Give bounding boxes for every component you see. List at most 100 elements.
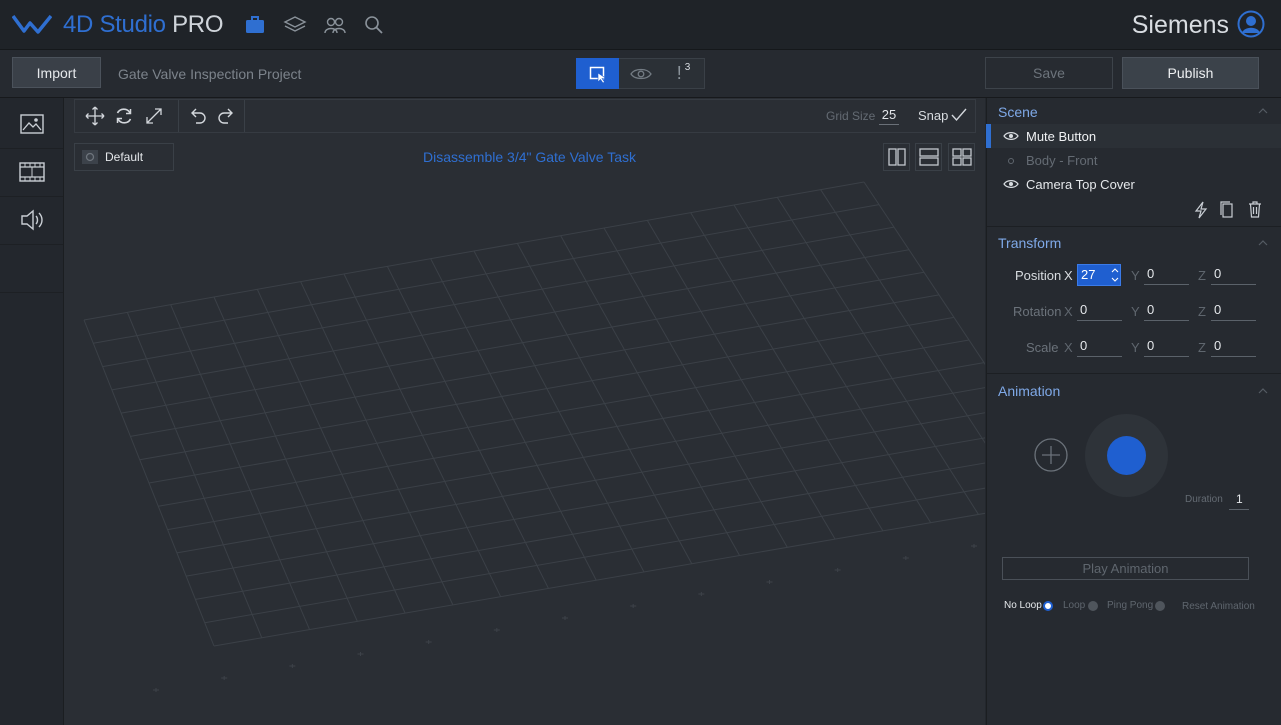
axis-z-label: Z [1198, 268, 1206, 283]
scale-x-input[interactable]: 0 [1077, 337, 1122, 357]
brand-main: 4D Studio [63, 11, 166, 38]
axis-y-label: Y [1131, 304, 1140, 319]
publish-button[interactable]: Publish [1122, 57, 1259, 89]
app-brand: 4D Studio PRO [63, 11, 223, 39]
grid-marker [425, 640, 432, 644]
position-y-input[interactable]: 0 [1144, 265, 1189, 285]
grid-marker [766, 580, 773, 584]
save-button[interactable]: Save [985, 57, 1113, 89]
scale-z-input[interactable]: 0 [1211, 337, 1256, 357]
trash-icon[interactable] [1248, 201, 1262, 218]
scene-item-body-front[interactable]: Body - Front [986, 148, 1281, 172]
undo-icon[interactable] [190, 106, 208, 126]
axis-y-label: Y [1131, 268, 1140, 283]
scale-icon[interactable] [145, 107, 163, 125]
preview-mode-button[interactable] [619, 58, 662, 89]
play-animation-button[interactable]: Play Animation [1002, 557, 1249, 580]
grid-marker [698, 592, 705, 596]
search-icon[interactable] [362, 13, 386, 37]
two-columns-icon [887, 148, 906, 166]
scene-item-label: Mute Button [1026, 129, 1097, 144]
ping-pong-radio[interactable] [1155, 601, 1165, 611]
eye-icon [629, 68, 652, 79]
camera-select[interactable]: Default [74, 143, 174, 171]
axis-y-label: Y [1131, 340, 1140, 355]
grid-line [820, 189, 985, 444]
scale-y-input[interactable]: 0 [1144, 337, 1189, 357]
add-keyframe-icon[interactable] [1033, 437, 1069, 473]
duplicate-icon[interactable] [1220, 201, 1234, 219]
snap-check-icon[interactable] [951, 108, 967, 122]
grid-line [204, 487, 985, 624]
layout-two-rows-button[interactable] [915, 143, 942, 171]
film-icon [18, 162, 45, 182]
grid-line [186, 437, 985, 577]
layout-four-grid-button[interactable] [948, 143, 975, 171]
grid-line [102, 226, 895, 368]
sidebar-tab-video[interactable] [0, 148, 63, 197]
grid-line [167, 387, 985, 531]
user-avatar-icon[interactable] [1237, 10, 1265, 38]
logo-icon [12, 14, 52, 34]
transform-section-title: Transform [998, 235, 1062, 251]
move-icon[interactable] [85, 106, 105, 126]
grid-size-input[interactable]: 25 [879, 107, 899, 125]
rotation-y-input[interactable]: 0 [1144, 301, 1189, 321]
position-label: Position [1015, 268, 1062, 283]
layers-icon[interactable] [283, 13, 307, 37]
reset-animation-link[interactable]: Reset Animation [1182, 601, 1255, 612]
rotation-z-input[interactable]: 0 [1211, 301, 1256, 321]
snap-label: Snap [918, 108, 949, 123]
selection-indicator [986, 124, 991, 148]
lightning-icon[interactable] [1193, 201, 1209, 219]
scene-item-camera-top-cover[interactable]: Camera Top Cover [986, 172, 1281, 196]
grid-line [83, 181, 865, 321]
eye-icon[interactable] [1003, 179, 1019, 189]
chevron-up-icon[interactable] [1258, 388, 1268, 394]
position-z-input[interactable]: 0 [1211, 265, 1256, 285]
sidebar-tab-audio[interactable] [0, 196, 63, 245]
chevron-up-icon[interactable] [1258, 108, 1268, 114]
scene-item-mute-button[interactable]: Mute Button [986, 124, 1281, 148]
record-button[interactable] [1107, 436, 1146, 475]
camera-icon [82, 150, 98, 164]
task-title: Disassemble 3/4" Gate Valve Task [423, 149, 636, 165]
grid-marker [630, 604, 637, 608]
redo-icon[interactable] [216, 106, 234, 126]
eye-icon[interactable] [1003, 131, 1019, 141]
sidebar-tab-empty [0, 244, 63, 293]
image-icon [19, 114, 44, 134]
scene-section-title: Scene [998, 104, 1038, 120]
rotation-x-input[interactable]: 0 [1077, 301, 1122, 321]
project-name: Gate Valve Inspection Project [118, 66, 302, 82]
select-mode-button[interactable] [576, 58, 619, 89]
briefcase-icon[interactable] [243, 13, 267, 37]
alerts-button[interactable]: ! 3 [662, 58, 705, 89]
axis-x-label: X [1064, 340, 1073, 355]
organization-name: Siemens [1131, 11, 1229, 39]
no-loop-radio[interactable] [1043, 601, 1053, 611]
axis-z-label: Z [1198, 304, 1206, 319]
sidebar-tab-images[interactable] [0, 100, 63, 149]
camera-label: Default [105, 150, 144, 164]
grid-line [176, 412, 985, 554]
grid-line [93, 204, 880, 344]
position-x-input[interactable]: 27 [1077, 264, 1121, 286]
loop-label: Loop [1063, 600, 1086, 611]
duration-input[interactable]: 1 [1229, 490, 1249, 510]
scene-item-label: Camera Top Cover [1026, 177, 1135, 192]
hidden-dot-icon[interactable] [1008, 158, 1014, 164]
no-loop-label: No Loop [1004, 600, 1042, 611]
grid-marker [834, 568, 841, 572]
import-button[interactable]: Import [12, 57, 101, 88]
axis-z-label: Z [1198, 340, 1206, 355]
grid-marker [357, 652, 364, 656]
animation-section-title: Animation [998, 383, 1061, 399]
rotate-icon[interactable] [114, 106, 134, 126]
users-icon[interactable] [323, 13, 347, 37]
layout-two-columns-button[interactable] [883, 143, 910, 171]
grid-line [111, 249, 910, 391]
loop-radio[interactable] [1088, 601, 1098, 611]
chevron-up-icon[interactable] [1258, 240, 1268, 246]
stepper-icon[interactable] [1111, 267, 1119, 283]
